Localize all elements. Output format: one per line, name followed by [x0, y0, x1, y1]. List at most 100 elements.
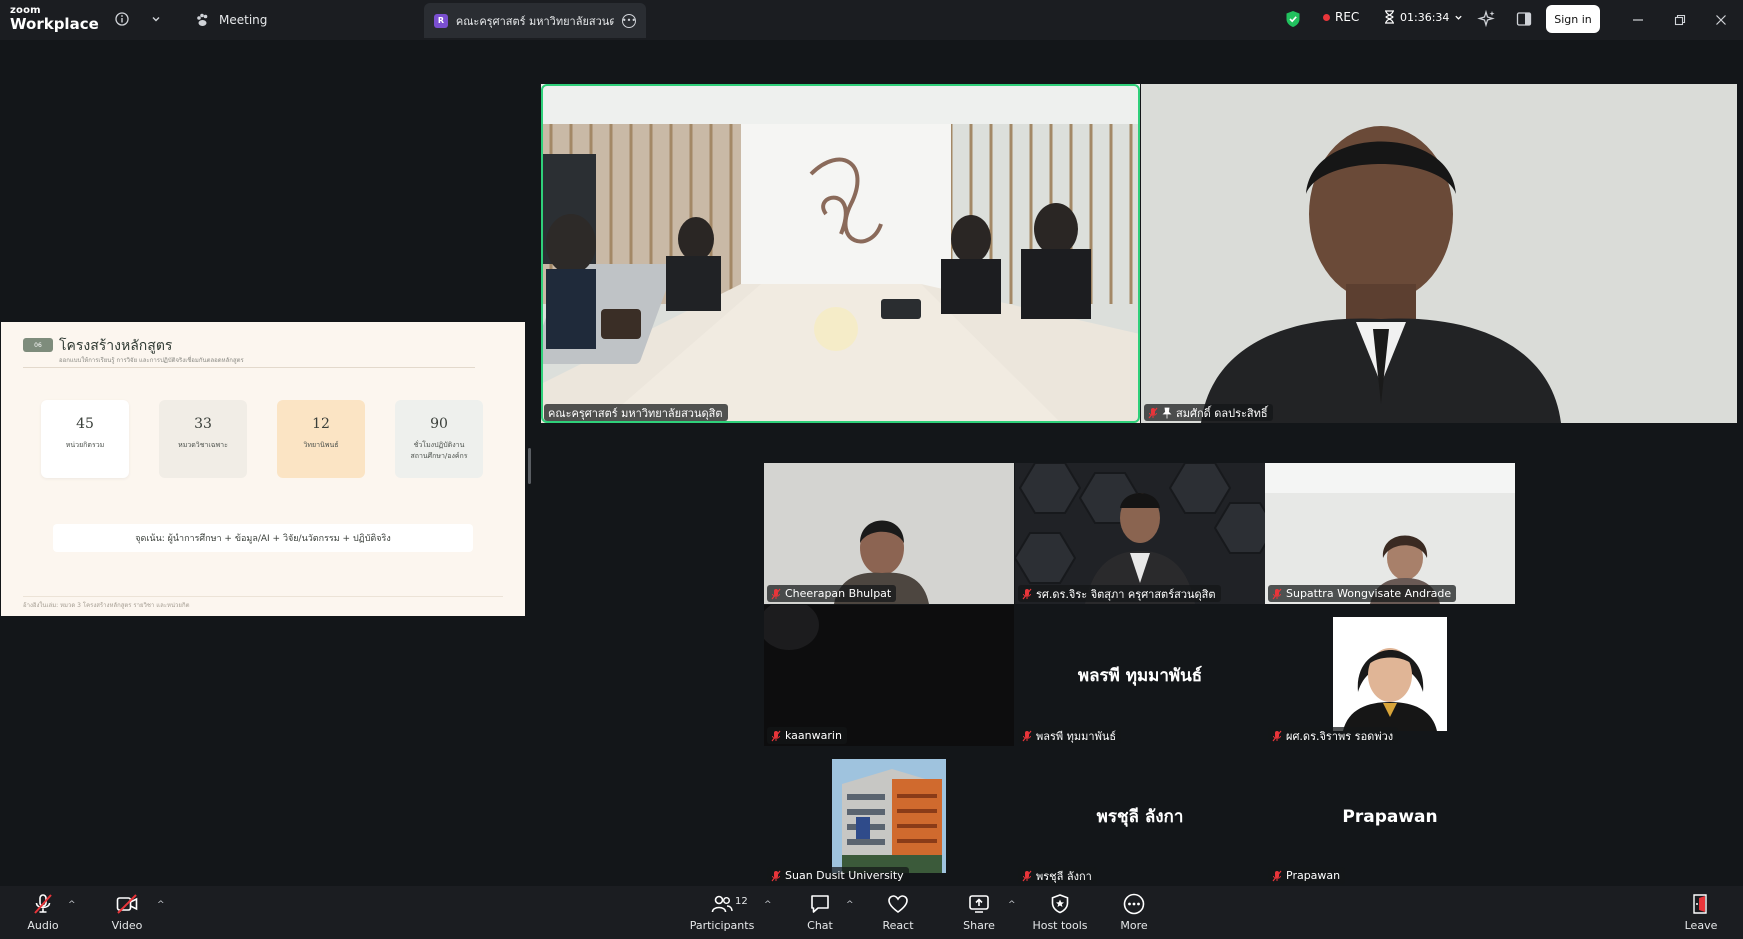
stat-value: 12 [312, 416, 330, 432]
participant-display-name: Prapawan [1342, 806, 1438, 827]
participant-name: ผศ.ดร.จิราพร รอดพ่วง [1286, 729, 1394, 743]
stat-card-credits: 45 หน่วยกิตรวม [41, 400, 129, 478]
audio-label: Audio [27, 919, 59, 932]
room-video-feed [541, 84, 1140, 423]
more-button[interactable]: More [1114, 890, 1154, 936]
video-tile-supattra[interactable]: Supattra Wongvisate Andrade [1265, 463, 1515, 604]
video-tile-suandusit[interactable]: Suan Dusit University [764, 747, 1014, 886]
audio-options-chevron-icon[interactable]: ^ [68, 900, 76, 910]
video-tile-jiraporn[interactable]: ผศ.ดร.จิราพร รอดพ่วง [1265, 605, 1515, 746]
mic-muted-icon [1148, 407, 1158, 418]
kaanwarin-video-feed [764, 605, 1014, 746]
video-off-icon [116, 894, 138, 914]
encryption-shield-icon[interactable] [1285, 10, 1301, 28]
participants-icon [711, 895, 733, 913]
video-tile-somsak[interactable]: สมศักดิ์ ดลประสิทธิ์ [1141, 84, 1737, 423]
react-button[interactable]: React [877, 890, 919, 936]
participant-name-tag: พรชุลี ลังกา [1018, 867, 1097, 884]
sign-in-button[interactable]: Sign in [1546, 5, 1600, 33]
video-tile-prapawan[interactable]: Prapawan Prapawan [1265, 747, 1515, 886]
stat-label: วิทยานิพนธ์ [303, 441, 339, 449]
minimize-icon[interactable] [1628, 10, 1648, 30]
video-tile-ponpee[interactable]: พลรพี ทุมมาพันธ์ พลรพี ทุมมาพันธ์ [1015, 605, 1265, 746]
video-label: Video [111, 919, 143, 932]
participant-name: kaanwarin [785, 729, 842, 742]
restore-icon[interactable] [1670, 10, 1690, 30]
share-label: Share [963, 919, 995, 932]
leave-icon [1693, 894, 1707, 914]
mic-muted-icon [1272, 588, 1282, 599]
video-tile-jira[interactable]: รศ.ดร.จิระ จิตสุภา ครุศาสตร์สวนดุสิต [1015, 463, 1265, 604]
host-tools-button[interactable]: Host tools [1031, 890, 1089, 936]
zoom-workplace-logo: zoom Workplace [10, 6, 99, 32]
participant-name-tag: คณะครุศาสตร์ มหาวิทยาลัยสวนดุสิต [544, 404, 728, 421]
slide-focus-bar: จุดเน้น: ผู้นำการศึกษา + ข้อมูล/AI + วิจ… [53, 524, 473, 552]
jiraporn-avatar [1333, 617, 1447, 731]
side-panel-icon[interactable] [1516, 11, 1532, 27]
participant-name-tag: ผศ.ดร.จิราพร รอดพ่วง [1268, 727, 1399, 744]
participant-name: Cheerapan Bhulpat [785, 587, 892, 600]
participant-name: Suan Dusit University [785, 869, 904, 882]
participant-name: พรชุลี ลังกา [1036, 869, 1092, 883]
more-label: More [1120, 919, 1148, 932]
leave-button[interactable]: Leave [1682, 890, 1720, 936]
stat-value: 33 [194, 416, 212, 432]
hourglass-icon [1385, 10, 1394, 24]
audio-button[interactable]: Audio [22, 890, 64, 936]
meeting-menu-button[interactable]: Meeting [195, 9, 267, 31]
chat-options-chevron-icon[interactable]: ^ [846, 900, 854, 910]
participants-options-chevron-icon[interactable]: ^ [764, 900, 772, 910]
chat-button[interactable]: Chat [800, 890, 840, 936]
participant-name-tag: รศ.ดร.จิระ จิตสุภา ครุศาสตร์สวนดุสิต [1018, 585, 1221, 602]
zoom-window: zoom Workplace Meeting R คณะครุศาสตร์ มห… [0, 0, 1743, 939]
timer-text: 01:36:34 [1400, 10, 1450, 24]
mic-muted-icon [1022, 730, 1032, 741]
divider [23, 367, 475, 368]
title-bar: zoom Workplace Meeting R คณะครุศาสตร์ มห… [0, 0, 1743, 40]
participant-name-tag: Prapawan [1268, 867, 1346, 884]
stat-value: 45 [76, 416, 94, 432]
rec-label: REC [1335, 10, 1360, 24]
video-button[interactable]: Video [106, 890, 148, 936]
meeting-info-icon[interactable] [112, 9, 132, 29]
cheerapan-video-feed [764, 463, 1014, 604]
participant-name: รศ.ดร.จิระ จิตสุภา ครุศาสตร์สวนดุสิต [1036, 587, 1216, 601]
participant-name: Supattra Wongvisate Andrade [1286, 587, 1452, 600]
somsak-video-feed [1141, 84, 1737, 423]
share-options-chevron-icon[interactable]: ^ [1008, 900, 1016, 910]
stat-value: 90 [430, 416, 448, 432]
participant-name-tag: Suan Dusit University [767, 867, 909, 884]
mic-muted-icon [34, 894, 52, 914]
layout-resize-handle[interactable] [528, 448, 531, 484]
suandusit-building-avatar [832, 759, 946, 873]
meeting-tab[interactable]: R คณะครุศาสตร์ มหาวิทยาลัยสวนดุสิต's s •… [424, 3, 646, 38]
slide-subtitle: ออกแบบให้การเรียนรู้ การวิจัย และการปฏิบ… [59, 357, 244, 364]
video-options-chevron-icon[interactable]: ^ [157, 900, 165, 910]
participant-name-tag: Cheerapan Bhulpat [767, 585, 897, 602]
tab-title: คณะครุศาสตร์ มหาวิทยาลัยสวนดุสิต's s [455, 14, 614, 28]
chevron-down-icon[interactable] [146, 9, 166, 29]
ai-companion-icon[interactable] [1477, 9, 1497, 29]
participant-name: สมศักดิ์ ดลประสิทธิ์ [1176, 406, 1268, 420]
slide-footer: อ้างอิงในเล่ม: หมวด 3 โครงสร้างหลักสูตร … [23, 602, 190, 609]
recording-indicator[interactable]: REC [1323, 10, 1359, 24]
video-tile-cheerapan[interactable]: Cheerapan Bhulpat [764, 463, 1014, 604]
more-icon [1123, 893, 1145, 915]
participants-label: Participants [689, 919, 755, 932]
more-options-icon[interactable]: ••• [622, 13, 636, 28]
video-tile-room[interactable]: คณะครุศาสตร์ มหาวิทยาลัยสวนดุสิต [541, 84, 1140, 423]
share-button[interactable]: Share [958, 890, 1000, 936]
jira-video-feed [1015, 463, 1265, 604]
mic-muted-icon [1272, 870, 1282, 881]
video-tile-pornchuli[interactable]: พรชุลี ลังกา พรชุลี ลังกา [1015, 747, 1265, 886]
participant-name-tag: พลรพี ทุมมาพันธ์ [1018, 727, 1122, 744]
participant-name: คณะครุศาสตร์ มหาวิทยาลัยสวนดุสิต [548, 406, 723, 420]
close-icon[interactable] [1711, 10, 1731, 30]
stat-label-line2: สถานศึกษา/องค์กร [410, 451, 468, 460]
meeting-timer[interactable]: 01:36:34 [1384, 10, 1463, 24]
pin-icon [1162, 407, 1172, 418]
share-screen-icon [969, 895, 989, 913]
stat-label: หน่วยกิตรวม [65, 441, 105, 449]
slide-title: โครงสร้างหลักสูตร [59, 338, 173, 354]
video-tile-kaanwarin[interactable]: kaanwarin [764, 605, 1014, 746]
